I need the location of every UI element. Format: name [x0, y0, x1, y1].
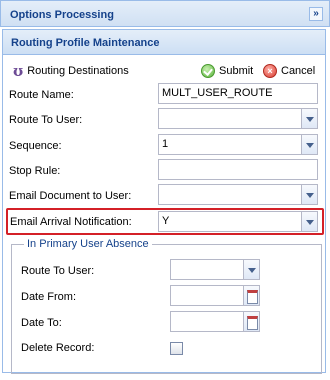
route-to-user-select[interactable]	[158, 108, 318, 129]
routing-destinations-button[interactable]: ʊ Routing Destinations	[13, 62, 129, 80]
routing-destinations-icon: ʊ	[13, 62, 24, 80]
delete-record-checkbox[interactable]	[170, 342, 183, 355]
sequence-select[interactable]: 1	[158, 134, 318, 155]
options-processing-bar[interactable]: Options Processing »	[0, 0, 330, 27]
collapse-icon[interactable]: »	[309, 7, 323, 21]
date-to-label: Date To:	[21, 317, 62, 329]
calendar-icon[interactable]	[243, 285, 260, 306]
email-arrival-value: Y	[162, 215, 170, 227]
absence-legend: In Primary User Absence	[24, 238, 152, 250]
route-to-user-label: Route To User:	[9, 114, 83, 126]
options-processing-title: Options Processing	[10, 9, 114, 21]
absence-route-to-user-select[interactable]	[170, 259, 260, 280]
cancel-button[interactable]: × Cancel	[263, 64, 315, 78]
sequence-value: 1	[162, 138, 169, 150]
sequence-label: Sequence:	[9, 140, 62, 152]
routing-profile-panel: Routing Profile Maintenance ʊ Routing De…	[2, 29, 326, 374]
email-document-label: Email Document to User:	[9, 190, 132, 202]
panel-header: Routing Profile Maintenance	[3, 30, 325, 55]
route-name-label: Route Name:	[9, 89, 74, 101]
chevron-down-icon[interactable]	[301, 184, 318, 205]
date-to-input[interactable]	[170, 311, 260, 332]
x-circle-icon: ×	[263, 64, 277, 78]
delete-record-label: Delete Record:	[21, 342, 95, 354]
email-arrival-select[interactable]: Y	[158, 211, 318, 232]
cancel-label: Cancel	[281, 65, 316, 77]
absence-route-to-user-label: Route To User:	[21, 265, 95, 277]
submit-button[interactable]: Submit	[201, 64, 253, 78]
stop-rule-input[interactable]	[158, 159, 318, 180]
chevron-down-icon[interactable]	[243, 259, 260, 280]
email-document-select[interactable]	[158, 184, 318, 205]
check-circle-icon	[201, 64, 215, 78]
stop-rule-label: Stop Rule:	[9, 165, 61, 177]
route-name-input[interactable]: MULT_USER_ROUTE	[158, 83, 318, 104]
chevron-down-icon[interactable]	[301, 211, 318, 232]
date-from-input[interactable]	[170, 285, 260, 306]
chevron-down-icon[interactable]	[301, 134, 318, 155]
calendar-icon[interactable]	[243, 311, 260, 332]
chevron-down-icon[interactable]	[301, 108, 318, 129]
panel-title: Routing Profile Maintenance	[11, 37, 160, 49]
primary-user-absence-fieldset: In Primary User Absence Route To User: D…	[11, 238, 322, 374]
submit-label: Submit	[219, 65, 254, 77]
email-arrival-label: Email Arrival Notification:	[10, 216, 132, 228]
routing-destinations-label: Routing Destinations	[27, 65, 129, 77]
date-from-label: Date From:	[21, 291, 77, 303]
